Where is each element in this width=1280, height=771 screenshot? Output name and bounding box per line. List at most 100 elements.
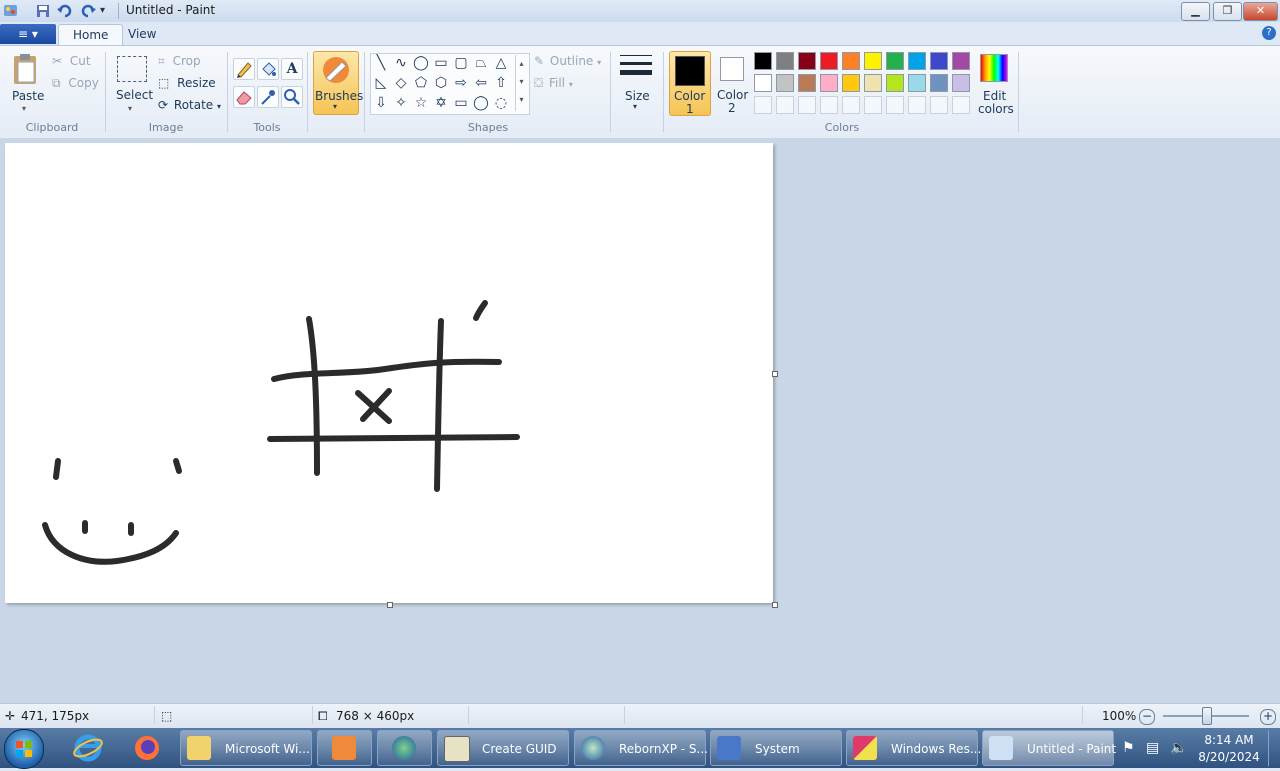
- palette-swatch[interactable]: [754, 74, 772, 92]
- taskbar-item-system[interactable]: System: [710, 730, 842, 766]
- four-point-star-shape-icon[interactable]: ✧: [392, 94, 410, 112]
- paint-app-icon[interactable]: [3, 3, 19, 19]
- right-triangle-shape-icon[interactable]: ◺: [372, 74, 390, 92]
- taskbar-item-rebornxp[interactable]: RebornXP - S...: [574, 730, 708, 766]
- volume-muted-icon[interactable]: 🔈: [1170, 740, 1187, 756]
- pencil-icon[interactable]: [233, 58, 255, 80]
- resize-handle-right[interactable]: [772, 371, 778, 377]
- palette-swatch[interactable]: [820, 52, 838, 70]
- palette-swatch[interactable]: [842, 74, 860, 92]
- palette-empty-swatch[interactable]: [798, 96, 816, 114]
- taskbar-item-microsoft-word[interactable]: Microsoft Wi...: [180, 730, 312, 766]
- undo-icon[interactable]: [56, 3, 72, 19]
- diamond-shape-icon[interactable]: ◇: [392, 74, 410, 92]
- taskbar-item-paint[interactable]: Untitled - Paint: [982, 730, 1116, 766]
- palette-empty-swatch[interactable]: [930, 96, 948, 114]
- eraser-icon[interactable]: [233, 86, 255, 108]
- palette-swatch[interactable]: [908, 74, 926, 92]
- palette-empty-swatch[interactable]: [842, 96, 860, 114]
- action-center-flag-icon[interactable]: ⚑: [1122, 740, 1135, 756]
- text-tool-icon[interactable]: A: [281, 58, 303, 80]
- magnifier-icon[interactable]: [281, 86, 303, 108]
- palette-swatch[interactable]: [820, 74, 838, 92]
- palette-swatch[interactable]: [886, 74, 904, 92]
- rectangle-shape-icon[interactable]: ▭: [432, 54, 450, 72]
- clock-time[interactable]: 8:14 AM: [1196, 733, 1262, 747]
- copy-button[interactable]: ⧉ Copy: [52, 76, 99, 91]
- palette-empty-swatch[interactable]: [952, 96, 970, 114]
- oval-shape-icon[interactable]: ◯: [412, 54, 430, 72]
- paste-dropdown-icon[interactable]: ▾: [22, 104, 26, 113]
- help-icon[interactable]: ?: [1262, 26, 1276, 40]
- taskbar-item-windows-resources[interactable]: Windows Res...: [846, 730, 981, 766]
- maximize-button[interactable]: ❐: [1213, 2, 1242, 21]
- palette-swatch[interactable]: [908, 52, 926, 70]
- minimize-button[interactable]: ▁: [1181, 2, 1210, 21]
- palette-swatch[interactable]: [952, 52, 970, 70]
- tab-view[interactable]: View: [114, 24, 170, 45]
- drawing-canvas[interactable]: [5, 143, 773, 603]
- oval-callout-shape-icon[interactable]: ◯: [472, 94, 490, 112]
- color-picker-icon[interactable]: [257, 86, 279, 108]
- paste-button[interactable]: Paste: [10, 52, 44, 110]
- palette-swatch[interactable]: [930, 74, 948, 92]
- palette-swatch[interactable]: [776, 52, 794, 70]
- network-icon[interactable]: ▤: [1146, 740, 1159, 756]
- triangle-shape-icon[interactable]: △: [492, 54, 510, 72]
- five-point-star-shape-icon[interactable]: ☆: [412, 94, 430, 112]
- line-shape-icon[interactable]: ╲: [372, 54, 390, 72]
- left-arrow-shape-icon[interactable]: ⇦: [472, 74, 490, 92]
- show-desktop-button[interactable]: [1268, 730, 1279, 766]
- rounded-callout-shape-icon[interactable]: ▭: [452, 94, 470, 112]
- redo-icon[interactable]: [79, 3, 96, 19]
- palette-swatch[interactable]: [930, 52, 948, 70]
- right-arrow-shape-icon[interactable]: ⇨: [452, 74, 470, 92]
- zoom-out-button[interactable]: −: [1139, 709, 1155, 725]
- color1-button[interactable]: Color 1: [669, 51, 711, 116]
- outline-button[interactable]: ✎ Outline ▾: [534, 54, 601, 68]
- palette-empty-swatch[interactable]: [864, 96, 882, 114]
- close-button[interactable]: ✕: [1243, 2, 1278, 21]
- fill-button[interactable]: ⛋ Fill ▾: [534, 76, 573, 91]
- taskbar-item-globe[interactable]: [377, 730, 432, 766]
- palette-swatch[interactable]: [864, 74, 882, 92]
- resize-button[interactable]: ⬚ Resize: [158, 76, 216, 90]
- zoom-slider-thumb[interactable]: [1202, 707, 1212, 725]
- taskbar-item-media[interactable]: [317, 730, 372, 766]
- palette-swatch[interactable]: [864, 52, 882, 70]
- file-menu-button[interactable]: ≡ ▾: [0, 24, 56, 44]
- palette-swatch[interactable]: [776, 74, 794, 92]
- palette-swatch[interactable]: [886, 52, 904, 70]
- palette-empty-swatch[interactable]: [886, 96, 904, 114]
- six-point-star-shape-icon[interactable]: ✡: [432, 94, 450, 112]
- resize-handle-corner[interactable]: [772, 602, 778, 608]
- save-icon[interactable]: [35, 3, 51, 19]
- cloud-callout-shape-icon[interactable]: ◌: [492, 94, 510, 112]
- firefox-icon[interactable]: [131, 732, 163, 764]
- palette-empty-swatch[interactable]: [776, 96, 794, 114]
- taskbar-item-create-guid[interactable]: Create GUID: [437, 730, 569, 766]
- shapes-scroll[interactable]: ▴ ▾ ▾: [515, 55, 527, 111]
- clock-date[interactable]: 8/20/2024: [1196, 750, 1262, 764]
- color2-button[interactable]: Color 2: [712, 51, 752, 115]
- quick-access-dropdown-icon[interactable]: ▾: [100, 3, 116, 19]
- rotate-button[interactable]: ⟳ Rotate ▾: [158, 98, 221, 112]
- brushes-button[interactable]: Brushes ▾: [313, 51, 363, 115]
- palette-empty-swatch[interactable]: [820, 96, 838, 114]
- palette-empty-swatch[interactable]: [754, 96, 772, 114]
- palette-swatch[interactable]: [842, 52, 860, 70]
- palette-empty-swatch[interactable]: [908, 96, 926, 114]
- up-arrow-shape-icon[interactable]: ⇧: [492, 74, 510, 92]
- fill-bucket-icon[interactable]: [257, 58, 279, 80]
- polygon-shape-icon[interactable]: ⏢: [472, 54, 490, 72]
- rounded-rectangle-shape-icon[interactable]: ▢: [452, 54, 470, 72]
- start-button[interactable]: [4, 729, 44, 769]
- zoom-in-button[interactable]: +: [1260, 709, 1276, 725]
- pentagon-shape-icon[interactable]: ⬠: [412, 74, 430, 92]
- down-arrow-shape-icon[interactable]: ⇩: [372, 94, 390, 112]
- hexagon-shape-icon[interactable]: ⬡: [432, 74, 450, 92]
- palette-swatch[interactable]: [798, 74, 816, 92]
- crop-button[interactable]: ⌗ Crop: [158, 54, 201, 69]
- palette-swatch[interactable]: [754, 52, 772, 70]
- cut-button[interactable]: ✂ Cut: [52, 54, 91, 68]
